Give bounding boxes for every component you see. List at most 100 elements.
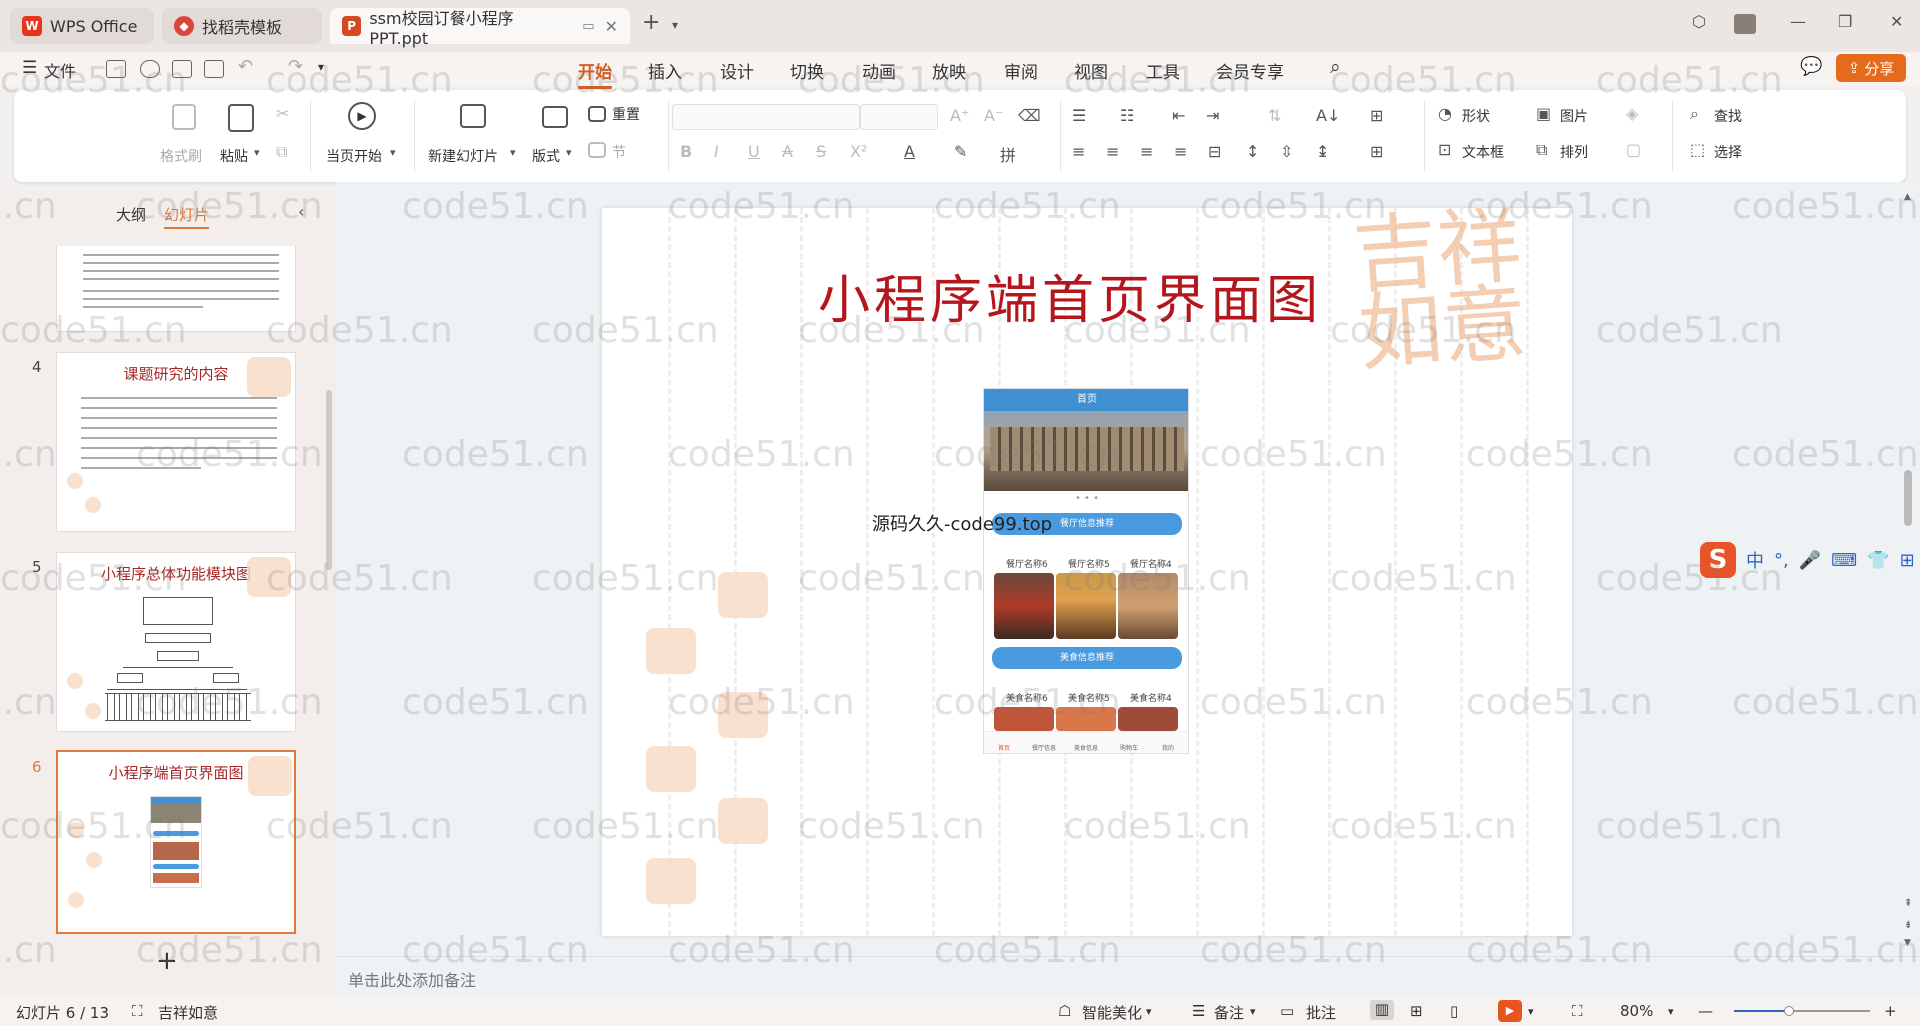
copy-icon[interactable]: ⧉ [276, 142, 287, 162]
play-icon[interactable]: ▶ [348, 102, 376, 130]
columns-icon[interactable]: ⊞ [1370, 142, 1383, 161]
menu-transition[interactable]: 切换 [790, 58, 824, 83]
bold-icon[interactable]: B [680, 142, 692, 161]
theme-icon[interactable]: ⛶ [132, 1002, 143, 1020]
menu-animation[interactable]: 动画 [862, 58, 896, 83]
menu-member[interactable]: 会员专享 [1216, 58, 1284, 83]
arrange-button[interactable]: 排列 [1560, 142, 1588, 162]
theme-name[interactable]: 吉祥如意 [158, 1002, 218, 1023]
reset-icon[interactable] [588, 106, 606, 122]
print-preview-icon[interactable] [204, 60, 224, 78]
font-family-select[interactable] [672, 104, 860, 130]
hamburger-icon[interactable]: ☰ [22, 58, 37, 78]
export-pdf-icon[interactable] [140, 60, 160, 78]
slide-thumbnail-5[interactable]: 小程序总体功能模块图 [56, 552, 296, 732]
new-tab-icon[interactable]: + [642, 10, 660, 35]
ime-menu-icon[interactable]: ⊞ [1900, 550, 1915, 571]
justify-icon[interactable]: ≡ [1174, 142, 1187, 161]
reading-view-icon[interactable]: ▯ [1450, 1002, 1458, 1020]
layout-icon[interactable] [542, 106, 568, 128]
ime-punct-icon[interactable]: °, [1774, 550, 1789, 571]
tab-list-chevron-icon[interactable]: ▾ [672, 18, 678, 32]
restore-icon[interactable]: ❐ [1838, 12, 1852, 31]
cut-icon[interactable]: ✂ [276, 104, 289, 123]
font-color-icon[interactable]: A [904, 142, 915, 161]
slide-thumbnail-6[interactable]: 小程序端首页界面图 [56, 750, 296, 934]
smart-beautify-button[interactable]: 智能美化 [1082, 1002, 1142, 1023]
file-menu[interactable]: 文件 [44, 58, 76, 82]
fit-window-icon[interactable]: ⛶ [1572, 1002, 1583, 1020]
menu-home[interactable]: 开始 [578, 58, 612, 89]
canvas-scrollbar[interactable] [1904, 470, 1912, 526]
zoom-level[interactable]: 80% [1620, 1002, 1653, 1020]
picture-icon[interactable]: ▣ [1536, 104, 1551, 123]
new-slide-icon[interactable] [460, 104, 486, 128]
slide-thumbnail-3[interactable] [56, 246, 296, 332]
collapse-panel-icon[interactable]: ‹ [298, 202, 304, 221]
distribute-icon[interactable]: ⊟ [1208, 142, 1221, 161]
notes-chevron-icon[interactable]: ▾ [1250, 1005, 1256, 1018]
find-button[interactable]: 查找 [1714, 106, 1742, 126]
panel-splitter[interactable] [322, 190, 336, 996]
skin-icon[interactable]: 👕 [1867, 550, 1889, 571]
beautify-icon[interactable]: ☖ [1058, 1002, 1071, 1020]
menu-view[interactable]: 视图 [1074, 58, 1108, 83]
more-chevron-icon[interactable]: ▾ [318, 60, 324, 74]
normal-view-icon[interactable]: ▥ [1370, 1000, 1394, 1020]
picture-button[interactable]: 图片 [1560, 106, 1588, 126]
close-tab-icon[interactable]: ✕ [605, 17, 618, 36]
menu-slideshow[interactable]: 放映 [932, 58, 966, 83]
menu-review[interactable]: 审阅 [1004, 58, 1038, 83]
paragraph-spacing-icon[interactable]: ↕ [1246, 142, 1259, 161]
sogou-logo-icon[interactable]: S [1700, 542, 1736, 578]
notes-placeholder[interactable]: 单击此处添加备注 [348, 967, 476, 991]
chat-icon[interactable]: 💬 [1800, 56, 1822, 77]
select-button[interactable]: 选择 [1714, 142, 1742, 162]
zoom-out-icon[interactable]: — [1698, 1002, 1713, 1020]
reset-button[interactable]: 重置 [612, 104, 640, 124]
outline-icon[interactable]: ▢ [1626, 140, 1641, 159]
section-button[interactable]: 节 [612, 142, 626, 162]
font-size-select[interactable] [860, 104, 938, 130]
find-icon[interactable]: ⌕ [1690, 104, 1699, 124]
prev-slide-icon[interactable]: ⇞ [1904, 898, 1912, 909]
microphone-icon[interactable]: 🎤 [1799, 550, 1821, 571]
paste-label[interactable]: 粘贴 [220, 146, 248, 166]
comment-button[interactable]: 批注 [1306, 1002, 1336, 1023]
keyboard-icon[interactable]: ⌨ [1831, 550, 1857, 571]
clear-format-icon[interactable]: ⌫ [1018, 106, 1041, 125]
pinyin-icon[interactable]: 拼 [1000, 142, 1016, 166]
close-window-icon[interactable]: ✕ [1890, 12, 1903, 31]
tab-outline[interactable]: 大纲 [116, 204, 146, 225]
menu-insert[interactable]: 插入 [648, 58, 682, 83]
canvas-scroll-down-icon[interactable]: ▼ [1904, 938, 1911, 948]
italic-icon[interactable]: I [714, 142, 719, 161]
tab-slides[interactable]: 幻灯片 [164, 204, 210, 229]
comment-icon[interactable]: ▭ [1280, 1002, 1294, 1020]
menu-tools[interactable]: 工具 [1146, 58, 1180, 83]
new-slide-chevron-icon[interactable]: ▾ [510, 146, 516, 159]
tab-ppt-file[interactable]: P ssm校园订餐小程序 PPT.ppt ▭ ✕ [330, 8, 630, 48]
phone-screenshot[interactable]: 首页 • • • 餐厅信息推荐 餐厅名称6 餐厅名称5 餐厅名称4 美食信息推荐… [983, 388, 1189, 754]
align-right-icon[interactable]: ≡ [1140, 142, 1153, 161]
layout-chevron-icon[interactable]: ▾ [566, 146, 572, 159]
slide-thumbnail-4[interactable]: 课题研究的内容 [56, 352, 296, 532]
next-slide-icon[interactable]: ⇟ [1904, 920, 1912, 931]
arrange-icon[interactable]: ⧉ [1536, 140, 1547, 160]
cube-icon[interactable]: ⬡ [1692, 12, 1706, 31]
paste-chevron-icon[interactable]: ▾ [254, 146, 260, 159]
print-icon[interactable] [172, 60, 192, 78]
avatar[interactable] [1734, 14, 1756, 34]
ime-toolbar[interactable]: S 中 °, 🎤 ⌨ 👕 ⊞ [1700, 542, 1920, 578]
play-current-button[interactable]: 当页开始 [326, 146, 382, 166]
notes-icon[interactable]: ☰ [1192, 1002, 1205, 1020]
paste-icon[interactable] [228, 104, 254, 132]
format-painter-icon[interactable] [172, 104, 196, 130]
textbox-icon[interactable]: ⊡ [1438, 140, 1451, 159]
notes-button[interactable]: 备注 [1214, 1002, 1244, 1023]
align-left-icon[interactable]: ≡ [1072, 142, 1085, 161]
play-current-chevron-icon[interactable]: ▾ [390, 146, 396, 159]
underline-icon[interactable]: U [748, 142, 760, 161]
format-painter-label[interactable]: 格式刷 [160, 146, 202, 166]
ime-mode-indicator[interactable]: 中 [1746, 547, 1764, 573]
